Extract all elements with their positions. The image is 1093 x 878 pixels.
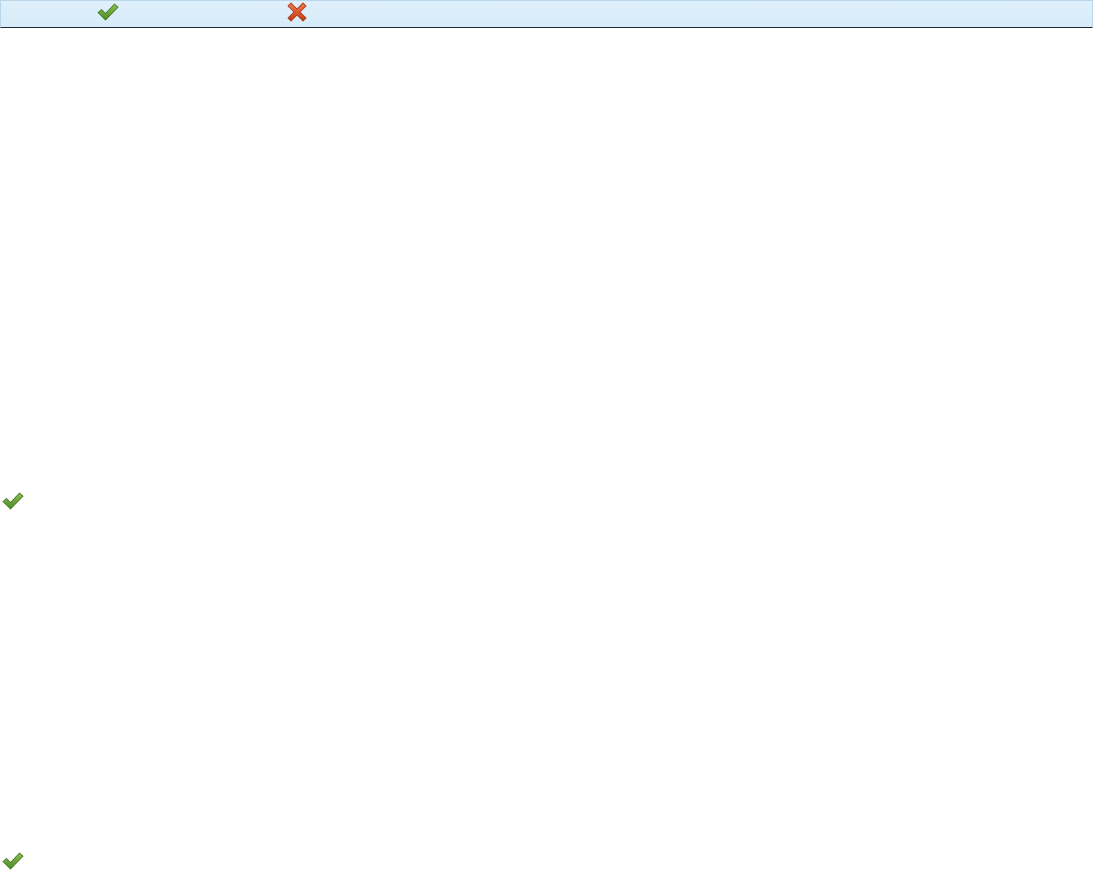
check-icon <box>97 2 119 26</box>
reject-button[interactable] <box>284 1 310 27</box>
row-status-check <box>0 491 26 515</box>
row-status-check <box>0 851 26 875</box>
accept-button[interactable] <box>95 2 121 26</box>
content-area <box>0 28 1093 878</box>
toolbar <box>0 0 1093 28</box>
check-icon <box>2 491 24 515</box>
close-icon <box>287 1 307 27</box>
check-icon <box>2 851 24 875</box>
